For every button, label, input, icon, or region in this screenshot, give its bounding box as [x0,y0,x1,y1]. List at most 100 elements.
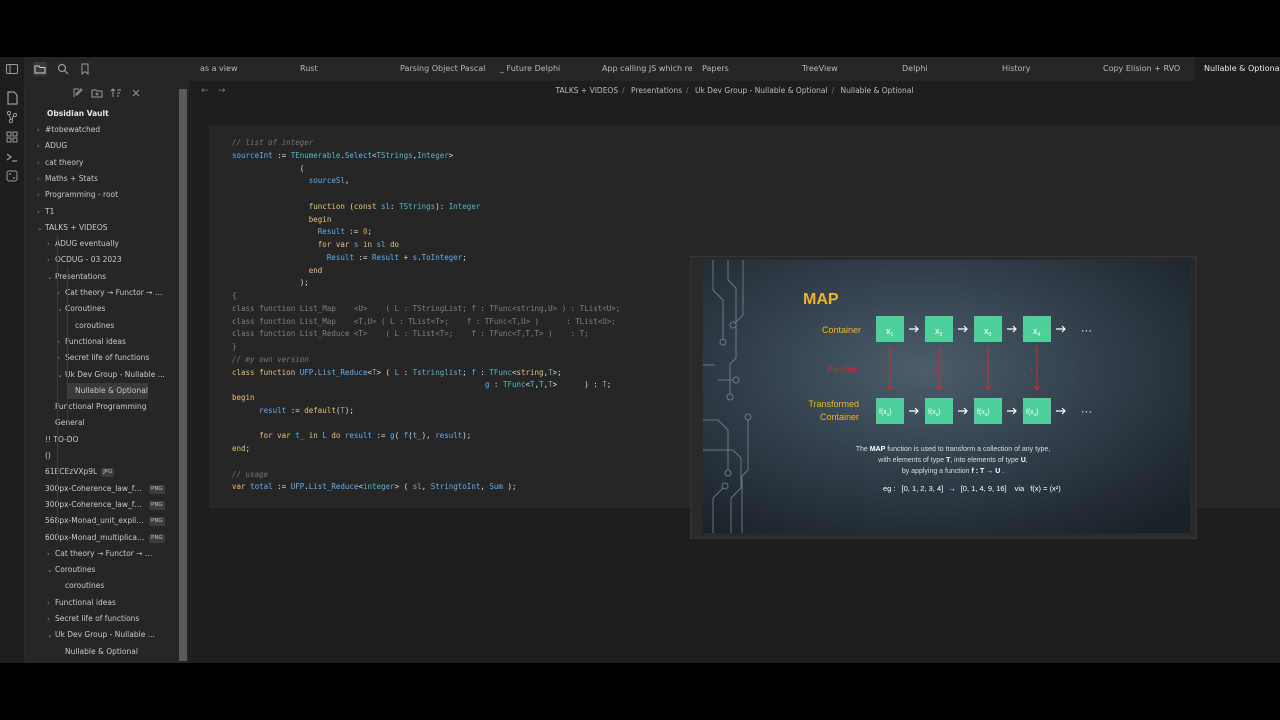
canvas-icon[interactable] [5,130,19,144]
tab[interactable]: App calling JS which res... [592,57,692,81]
tree-item[interactable]: › Functional ideas [47,595,116,611]
chevron-icon[interactable]: › [37,122,45,138]
tree-item[interactable]: coroutines [57,578,104,594]
tree-item-label: 568px-Monad_unit_explici... [45,516,145,526]
map-slide-image: MAP Container Function Transformed Conta… [690,256,1197,539]
new-folder-icon[interactable] [91,87,103,99]
tree-item[interactable]: › ADUG [37,138,67,154]
dice-icon[interactable] [5,169,19,183]
terminal-icon[interactable] [5,150,19,164]
file-type-badge: PNG [149,484,165,494]
breadcrumb-item[interactable]: Presentations [631,86,682,95]
tree-item[interactable]: ⌄ Presentations [47,269,106,285]
tree-item[interactable]: General [47,415,85,431]
tree-item[interactable]: ⌄ TALKS + VIDEOS [37,220,108,236]
chevron-icon[interactable]: › [47,236,55,252]
tree-item[interactable]: ⌄ Coroutines [57,301,105,317]
tree-item-label: Secret life of functions [65,353,150,363]
chevron-icon[interactable]: › [47,546,55,562]
chevron-icon[interactable]: › [37,171,45,187]
tab[interactable]: TreeView [792,57,892,81]
chevron-icon[interactable]: › [57,285,65,301]
chevron-icon[interactable]: › [57,334,65,350]
tree-item[interactable]: Nullable & Optional [57,644,138,660]
breadcrumb-item[interactable]: Nullable & Optional [841,86,914,95]
search-icon[interactable] [56,62,70,76]
sidebar-scroll-thumb[interactable] [179,89,187,661]
tree-item[interactable]: ⌄ Coroutines [47,562,95,578]
chevron-icon[interactable]: ⌄ [47,562,55,578]
slide-description: The MAP function is used to transform a … [856,446,1051,453]
breadcrumb-item[interactable]: Uk Dev Group - Nullable & Optional [695,86,828,95]
ellipsis: ··· [1081,325,1092,337]
chevron-icon[interactable]: ⌄ [57,367,65,383]
breadcrumb: TALKS + VIDEOS / Presentations / Uk Dev Gr… [555,86,914,95]
breadcrumb-item[interactable]: TALKS + VIDEOS [556,86,619,95]
tree-item[interactable]: () [37,448,51,464]
tree-item[interactable]: › Cat theory → Functor → M... [47,546,155,562]
tab[interactable]: History [992,57,1092,81]
graph-icon[interactable] [5,110,19,124]
chevron-icon[interactable]: › [47,595,55,611]
tab[interactable]: Copy Elision + RVO [1093,57,1193,81]
tree-item[interactable]: › OCDUG - 03 2023 [47,252,122,268]
chevron-icon[interactable]: › [37,204,45,220]
tab-bar: as a view Rust Parsing Object Pascal _ Futu… [6,57,1280,81]
tree-item-label: Nullable & Optional [65,646,138,656]
tree-item[interactable]: › Programming - root [37,187,118,203]
tree-item[interactable]: Functional Programming [47,399,147,415]
sort-icon[interactable] [110,87,122,99]
tree-item-label: coroutines [75,320,115,330]
code-text[interactable]: // list of integer sourceInt := TEnumera… [232,137,620,494]
tree-item[interactable]: ⌄ Uk Dev Group - Nullable ... [57,367,165,383]
tree-item[interactable]: ⌄ Uk Dev Group - Nullable ... [47,627,155,643]
tab[interactable]: _ Future Delphi [490,57,590,81]
collapse-icon[interactable] [130,87,142,99]
chevron-icon[interactable]: › [37,187,45,203]
chevron-icon[interactable]: ⌄ [57,301,65,317]
chevron-icon[interactable]: ⌄ [47,627,55,643]
tree-item-label: !! TO-DO [45,434,79,444]
tree-item-label: ADUG eventually [55,239,119,249]
chevron-icon[interactable]: ⌄ [47,269,55,285]
tree-item[interactable]: › Secret life of functions [47,611,139,627]
tree-item-label: Functional ideas [55,597,116,607]
tree-item[interactable]: › T1 [37,204,54,220]
chevron-icon[interactable]: › [47,611,55,627]
obsidian-window: as a view Rust Parsing Object Pascal _ Futu… [0,57,1280,663]
file-item[interactable]: 61ECEzVXp9L JPG [37,464,115,480]
chevron-icon[interactable]: › [37,155,45,171]
tab[interactable]: Parsing Object Pascal [390,57,490,81]
chevron-icon[interactable]: › [37,138,45,154]
chevron-icon[interactable]: ⌄ [37,220,45,236]
tree-item-label: #tobewatched [45,125,101,134]
tree-item-label: Nullable & Optional [75,385,148,395]
bookmark-icon[interactable] [78,62,92,76]
transformed-label: Container [820,412,859,422]
slide-title: MAP [803,291,839,308]
tree-item[interactable]: › Maths + Stats [37,171,98,187]
box-label: f(x3) [977,409,990,417]
transformed-label: Transformed [808,399,859,409]
folder-icon[interactable] [33,62,47,76]
files-icon[interactable] [5,91,19,105]
box-label: f(x1) [879,409,892,417]
tab[interactable]: Papers [692,57,792,81]
tree-item[interactable]: › #tobewatched [37,122,100,138]
tab[interactable]: Delphi [892,57,992,81]
tab[interactable]: as a view [190,57,290,81]
tree-item[interactable]: › Secret life of functions [57,350,149,366]
tree-item[interactable]: › Cat theory → Functor → M... [57,285,165,301]
new-note-icon[interactable] [72,87,84,99]
vault-title[interactable]: Obsidian Vault [47,109,109,118]
indent-guide [67,267,68,422]
sidebar-toggle-icon[interactable] [5,62,19,76]
tree-item-label: Coroutines [65,304,106,314]
tree-item[interactable]: coroutines [67,318,114,334]
chevron-icon[interactable]: › [57,350,65,366]
chevron-icon[interactable]: › [47,252,55,268]
tab[interactable]: Nullable & Optional [1194,57,1280,81]
tab[interactable]: Rust [290,57,390,81]
tree-item[interactable]: › cat theory [37,155,83,171]
tree-item[interactable]: Nullable & Optional [67,382,148,399]
